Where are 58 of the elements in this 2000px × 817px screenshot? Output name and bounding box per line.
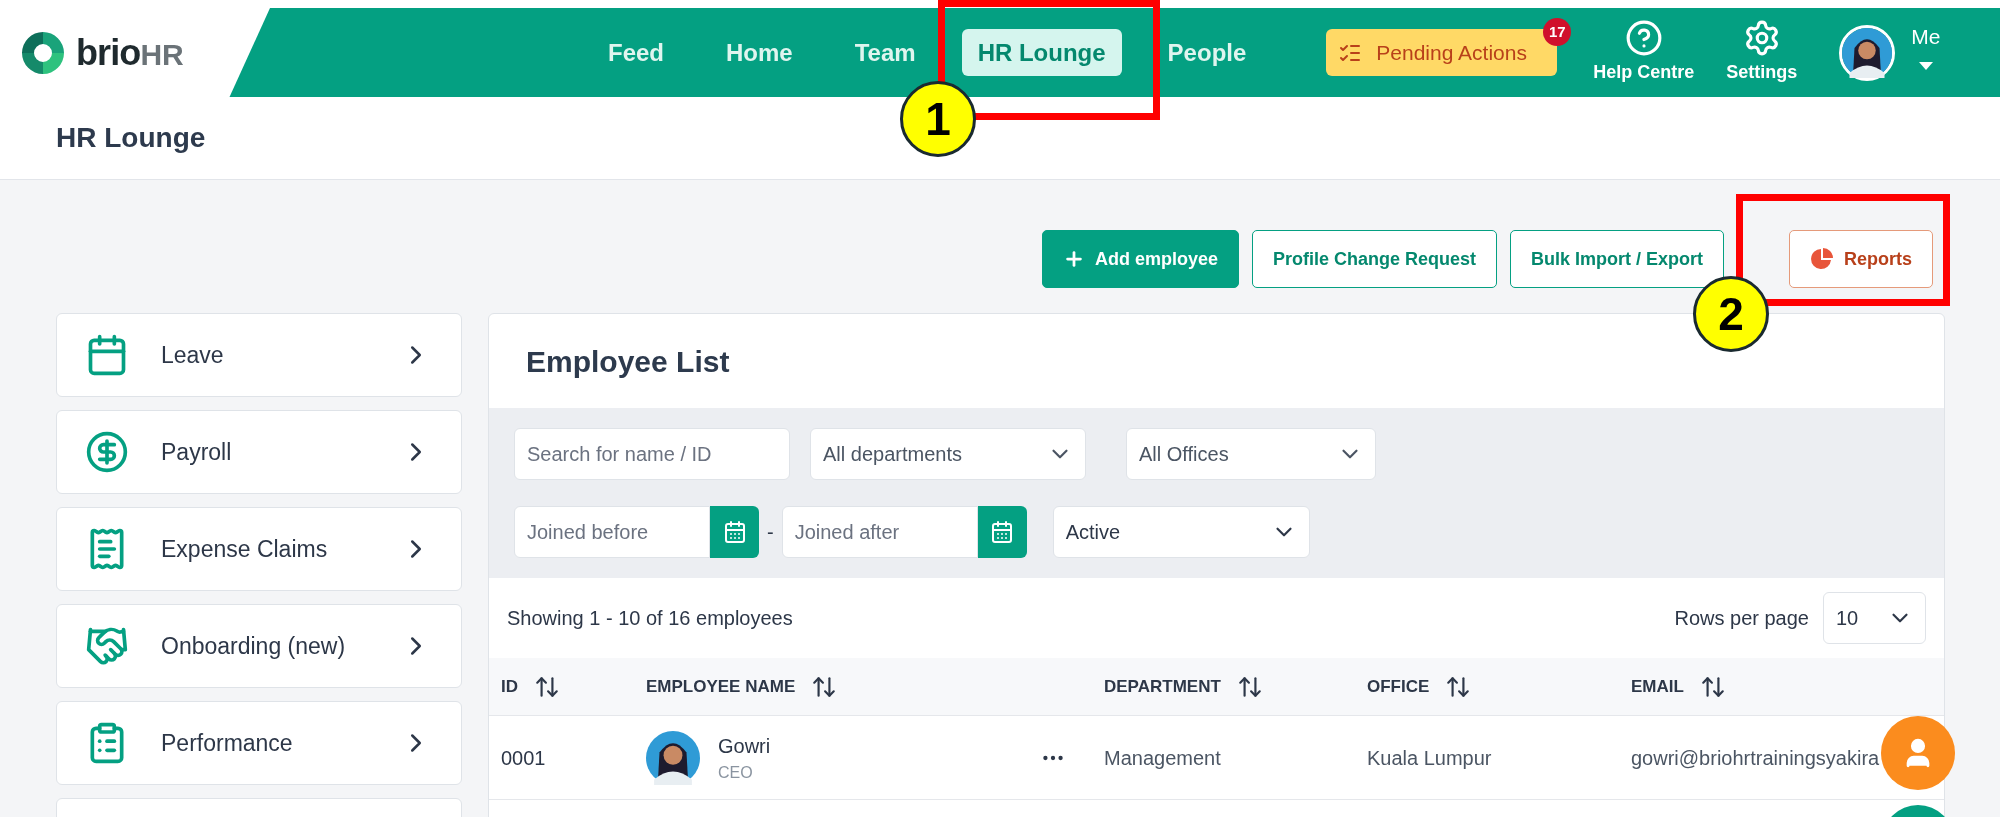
pie-chart-icon (1810, 247, 1834, 271)
nav-tab[interactable]: HR Lounge (961, 29, 1122, 76)
help-centre-button[interactable]: Help Centre (1593, 19, 1695, 86)
sidebar-item[interactable]: Onboarding (new) (56, 604, 462, 688)
office-dropdown[interactable]: All Offices (1126, 428, 1376, 480)
date-field[interactable]: Joined after (781, 506, 978, 558)
logo-text: brio (76, 30, 141, 75)
page-title: HR Lounge (56, 121, 206, 155)
nav-tab[interactable]: Feed (592, 29, 680, 76)
sidebar-item[interactable]: Payroll (56, 410, 462, 494)
sidebar-item[interactable]: Performance (56, 701, 462, 785)
nav-tab[interactable]: People (1151, 29, 1263, 76)
status-dropdown[interactable]: Active (1052, 506, 1310, 558)
range-separator: - (767, 520, 774, 545)
notification-badge: 17 (1543, 18, 1572, 46)
caret-icon (1918, 62, 1933, 71)
column-header: ID (501, 675, 518, 698)
sidebar-label: Expense Claims (161, 534, 329, 564)
date-field[interactable]: Joined before (514, 506, 710, 558)
sidebar-item[interactable]: Leave (56, 313, 462, 397)
results-summary: Showing 1 - 10 of 16 employees (507, 606, 793, 631)
user-menu-button[interactable]: Me (1911, 20, 1941, 71)
table-cell: Management (1104, 746, 1221, 769)
calendar-icon (990, 520, 1015, 544)
sidebar-item[interactable]: Expense Claims (56, 507, 462, 591)
sidebar-label: Leave (161, 340, 225, 370)
settings-button[interactable]: Settings (1726, 19, 1798, 86)
rows-per-page-dropdown[interactable]: 10 (1823, 592, 1926, 644)
action-button[interactable]: Reports (1789, 230, 1933, 288)
action-button[interactable]: Add employee (1041, 230, 1239, 288)
help-icon (1624, 19, 1663, 57)
rows-per-page-label: Rows per page (1674, 606, 1809, 631)
dollar-coin-icon (85, 430, 129, 474)
card-title: Employee List (526, 343, 730, 380)
column-header: EMPLOYEE NAME (646, 675, 796, 698)
search-field[interactable]: Search for name / ID (514, 428, 790, 480)
logo-suffix: HR (140, 37, 184, 73)
avatar (1842, 27, 1893, 78)
department-dropdown[interactable]: All departments (810, 428, 1086, 480)
employee-name[interactable]: Gowri (718, 730, 1022, 761)
column-header: EMAIL (1631, 675, 1684, 698)
column-header: OFFICE (1367, 675, 1430, 698)
calendar-icon (722, 520, 747, 544)
column-header: DEPARTMENT (1104, 675, 1221, 698)
table-cell: gowri@briohrtrainingsyakira (1631, 746, 1880, 769)
nav-tab[interactable]: Home (710, 29, 809, 76)
table-cell: Kuala Lumpur (1367, 746, 1492, 769)
sidebar-label: Onboarding (new) (161, 631, 347, 661)
calendar-button[interactable] (977, 506, 1027, 558)
action-button[interactable]: Bulk Import / Export (1509, 230, 1724, 288)
calendar-button[interactable] (710, 506, 759, 558)
sidebar-label: Payroll (161, 437, 233, 467)
sidebar-label: Performance (161, 728, 294, 758)
table-cell: 0001 (501, 746, 546, 769)
nav-tab[interactable]: Team (838, 29, 932, 76)
action-button[interactable]: Profile Change Request (1251, 230, 1497, 288)
employee-title: CEO (718, 762, 754, 783)
avatar (646, 730, 700, 785)
